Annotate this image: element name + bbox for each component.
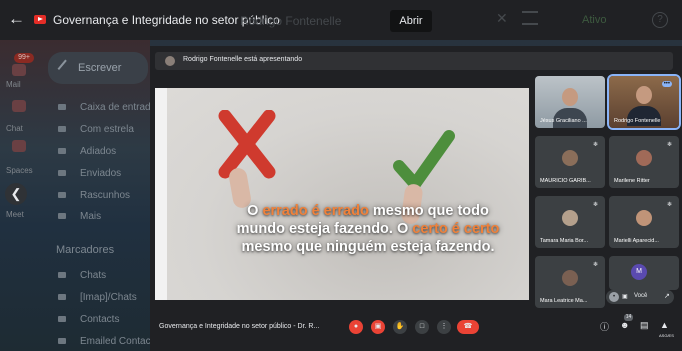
presenting-banner: Rodrigo Fontenelle está apresentando [155,52,673,70]
participant-tile[interactable]: ❄ Marielli Aparecid... [609,196,679,248]
compose-button: Escrever [48,52,148,84]
labels-heading: Marcadores [56,244,115,256]
rail-label-mail: Mail [6,80,21,89]
slide-left-strip [155,88,167,300]
help-icon: ? [652,12,668,28]
spaces-rail-icon [12,140,26,152]
meet-panel: Rodrigo Fontenelle está apresentando O e… [150,46,682,351]
top-bar: ← Governança e Integridade no setor públ… [0,0,682,40]
status-dropdown: Ativo [582,14,607,26]
participant-name: MAURICIO GARIB... [540,178,591,184]
send-icon [58,170,66,176]
avatar [636,210,652,226]
participant-name: Tamara Maria Bor... [540,238,588,244]
more-options-button[interactable]: ⋮ [437,320,451,334]
pencil-icon [57,59,75,77]
participant-tile[interactable]: ••• Rodrigo Fontenelle [607,74,681,130]
label-icon [58,338,66,344]
expand-icon[interactable]: ↗ [664,292,670,300]
mic-off-icon: ❄ [592,142,598,148]
star-icon [58,126,66,132]
participant-name: Mara Leatrice Ma... [540,298,588,304]
present-button[interactable]: □ [415,320,429,334]
people-icon[interactable]: ☻ [620,320,629,330]
chat-icon[interactable]: ▤ [640,320,649,331]
mail-rail-icon [12,64,26,76]
mic-off-icon: ❄ [592,202,598,208]
avatar [562,270,578,286]
quote-line-3: mesmo que ninguém esteja fazendo. [241,239,495,255]
folder-more: Mais [80,211,102,222]
rail-label-meet: Meet [6,210,24,219]
filter-icon [522,11,538,25]
mail-unread-badge: 99+ [14,53,34,63]
green-check-icon [393,130,455,190]
close-icon: ✕ [496,10,508,26]
self-avatar: M [631,264,647,280]
camera-off-icon: ▣ [622,294,628,300]
rail-label-spaces: Spaces [6,166,33,175]
label-imap-chats: [Imap]/Chats [80,292,137,303]
mic-off-button[interactable]: ● [349,320,363,334]
info-icon[interactable]: ⓘ [600,320,609,333]
open-button[interactable]: Abrir [390,10,432,32]
end-call-button[interactable]: ☎ [457,320,479,334]
label-chats: Chats [80,270,107,281]
folder-inbox: Caixa de entrada [80,102,157,113]
folder-snoozed: Adiados [80,146,117,157]
draft-icon [58,192,66,198]
clock-icon [58,148,66,154]
quote-line-1: O errado é errado mesmo que todo [247,203,489,219]
rail-label-chat: Chat [6,124,23,133]
raise-hand-button[interactable]: ✋ [393,320,407,334]
avatar [562,150,578,166]
slide-quote: O errado é errado mesmo que todo mundo e… [219,202,517,256]
quote-line-2: mundo esteja fazendo. O certo é certo [236,221,500,237]
mic-off-icon: ❄ [666,142,672,148]
participant-name: Marilene Ritter [614,178,650,184]
inbox-icon [58,104,66,110]
label-icon [58,294,66,300]
self-view-chip[interactable]: • ▣ Você ↗ [606,290,674,304]
presenting-text: Rodrigo Fontenelle está apresentando [183,56,303,63]
self-label: Você [634,293,648,299]
compose-label: Escrever [78,62,122,74]
camera-off-button[interactable]: ▣ [371,320,385,334]
folder-drafts: Rascunhos [80,190,131,201]
participant-name: Marielli Aparecid... [614,238,659,244]
label-emailed-contacts: Emailed Contacts [80,336,159,347]
more-icon [58,213,66,219]
label-icon [58,316,66,322]
participant-tile[interactable]: ❄ Marilene Ritter [609,136,679,188]
mic-off-icon: ❄ [666,202,672,208]
activities-icon[interactable]: ▲ [660,320,669,330]
mic-icon: • [609,292,619,302]
label-icon [58,272,66,278]
speaking-indicator-icon: ••• [661,81,672,87]
chat-rail-icon [12,100,26,112]
search-input: Rodrigo Fontenelle [240,14,342,28]
participant-tile[interactable]: Jésus Graciliano ... [535,76,605,128]
self-view-tile[interactable]: M [609,256,679,290]
youtube-logo-icon [34,15,46,24]
participant-name: Rodrigo Fontenelle [614,118,661,124]
folder-sent: Enviados [80,168,122,179]
chevron-left-icon[interactable]: ❮ [5,183,27,205]
participant-tile[interactable]: ❄ Mara Leatrice Ma... [535,256,605,308]
participant-tile[interactable]: ❄ MAURICIO GARIB... [535,136,605,188]
presentation-slide: O errado é errado mesmo que todo mundo e… [155,88,529,300]
red-x-icon [218,110,276,179]
mic-off-icon: ❄ [592,262,598,268]
participant-tile[interactable]: ❄ Tamara Maria Bor... [535,196,605,248]
avatar [165,56,175,66]
avatar [562,210,578,226]
watermark-label: ASG/ES [659,333,674,338]
avatar [636,150,652,166]
label-contacts: Contacts [80,314,120,325]
meeting-title: Governança e Integridade no setor públic… [159,323,320,330]
back-arrow-icon[interactable]: ← [8,9,25,29]
participant-name: Jésus Graciliano ... [540,118,587,124]
folder-starred: Com estrela [80,124,134,135]
